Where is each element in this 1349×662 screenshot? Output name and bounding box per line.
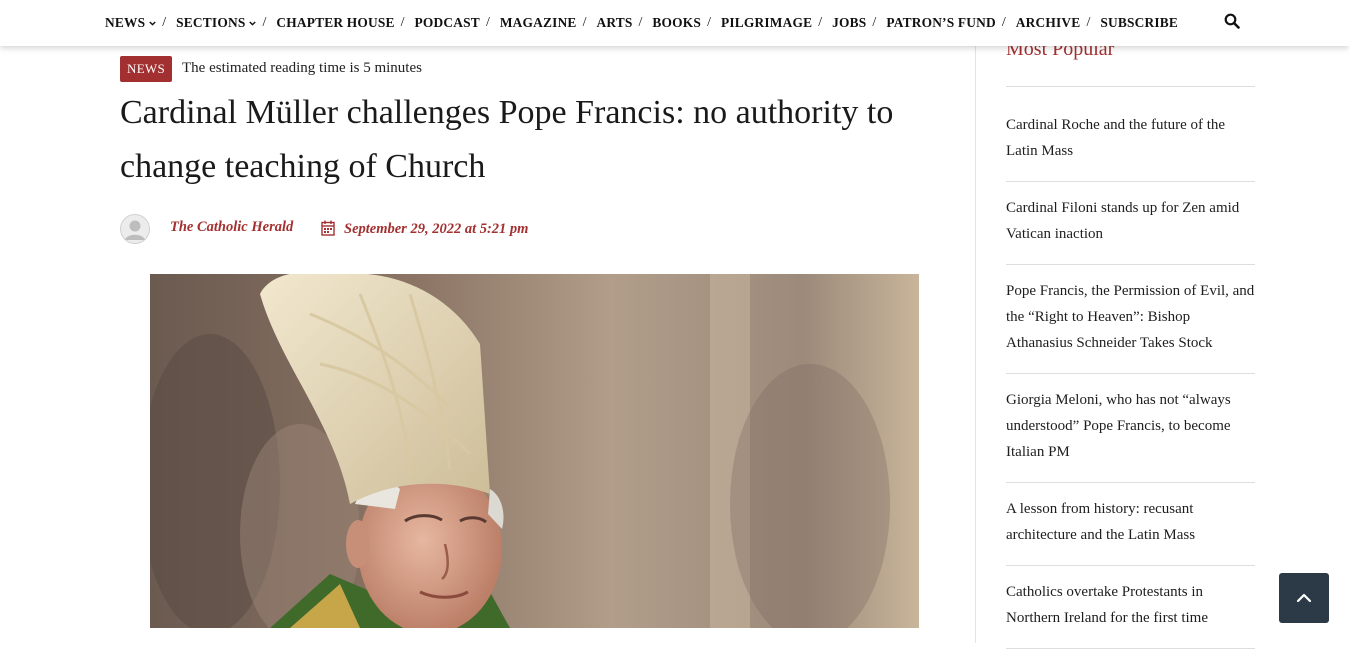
nav-item-chapter-house[interactable]: CHAPTER HOUSE [276,15,394,31]
nav-item-news[interactable]: NEWS [105,15,156,31]
nav-item-pilgrimage[interactable]: PILGRIMAGE [721,15,812,31]
nav-separator: / [162,15,167,30]
nav-item-label: JOBS [832,15,867,30]
sidebar-divider [975,46,976,643]
nav-separator: / [1001,15,1006,30]
nav-item-jobs[interactable]: JOBS [832,15,866,31]
author-link[interactable]: The Catholic Herald [170,219,293,236]
nav-item-sections[interactable]: SECTIONS [176,15,257,31]
nav-item-arts[interactable]: ARTS [596,15,632,31]
article-title: Cardinal Müller challenges Pope Francis:… [120,94,894,185]
heading-underline [1006,86,1255,87]
back-to-top-button[interactable] [1279,573,1329,623]
chevron-down-icon [249,20,257,26]
most-popular-list: Cardinal Roche and the future of the Lat… [1006,112,1255,662]
nav-item-archive[interactable]: ARCHIVE [1016,15,1081,31]
nav-item-label: PODCAST [414,15,480,30]
nav-separator: / [582,15,587,30]
nav-item-label: MAGAZINE [499,15,577,30]
nav-item-podcast[interactable]: PODCAST [415,15,480,31]
most-popular-item[interactable]: Cardinal Roche and the future of the Lat… [1006,112,1255,182]
chevron-down-icon [149,20,156,26]
nav-item-label: SECTIONS [176,15,246,30]
nav-item-subscribe[interactable]: SUBSCRIBE [1100,15,1178,31]
nav-item-label: CHAPTER HOUSE [276,15,395,30]
nav-item-label: PATRON’S FUND [886,15,996,30]
nav-item-label: BOOKS [652,15,702,30]
most-popular-item[interactable]: Giorgia Meloni, who has not “always unde… [1006,387,1255,483]
publish-date: September 29, 2022 at 5:21 pm [344,221,529,237]
nav-item-label: SUBSCRIBE [1100,15,1179,30]
most-popular-item[interactable]: Catholics overtake Protestants in Northe… [1006,579,1255,649]
top-navigation: NEWS / SECTIONS / CHAPTER HOUSE / PODCAST / MAGA… [0,0,1349,46]
nav-separator: / [707,15,711,30]
nav-item-label: PILGRIMAGE [720,15,813,30]
nav-item-patron-s-fund[interactable]: PATRON’S FUND [886,15,996,31]
search-icon[interactable] [1224,13,1242,31]
nav-separator: / [638,15,643,30]
nav-separator: / [485,15,490,30]
nav-separator: / [400,15,405,30]
reading-time: The estimated reading time is 5 minutes [182,60,422,76]
calendar-icon [321,220,335,236]
most-popular-item[interactable]: Cardinal Filoni stands up for Zen amid V… [1006,195,1255,265]
nav-item-books[interactable]: BOOKS [652,15,701,31]
nav-item-label: ARTS [596,15,633,30]
most-popular-item[interactable]: A lesson from history: recusant architec… [1006,496,1255,566]
article-hero-image [150,274,919,628]
nav-separator: / [1086,15,1091,30]
most-popular-item[interactable]: Pope Francis, the Permission of Evil, an… [1006,278,1255,374]
author-avatar [120,214,150,244]
nav-menu: NEWS / SECTIONS / CHAPTER HOUSE / PODCAST / MAGA… [105,15,1178,31]
nav-item-label: ARCHIVE [1015,15,1081,30]
chevron-up-icon [1296,593,1312,603]
nav-item-label: NEWS [105,15,146,30]
nav-item-magazine[interactable]: MAGAZINE [500,15,577,31]
nav-separator: / [818,15,823,30]
nav-separator: / [872,15,877,30]
nav-separator: / [262,15,267,30]
category-badge[interactable]: NEWS [120,56,173,82]
